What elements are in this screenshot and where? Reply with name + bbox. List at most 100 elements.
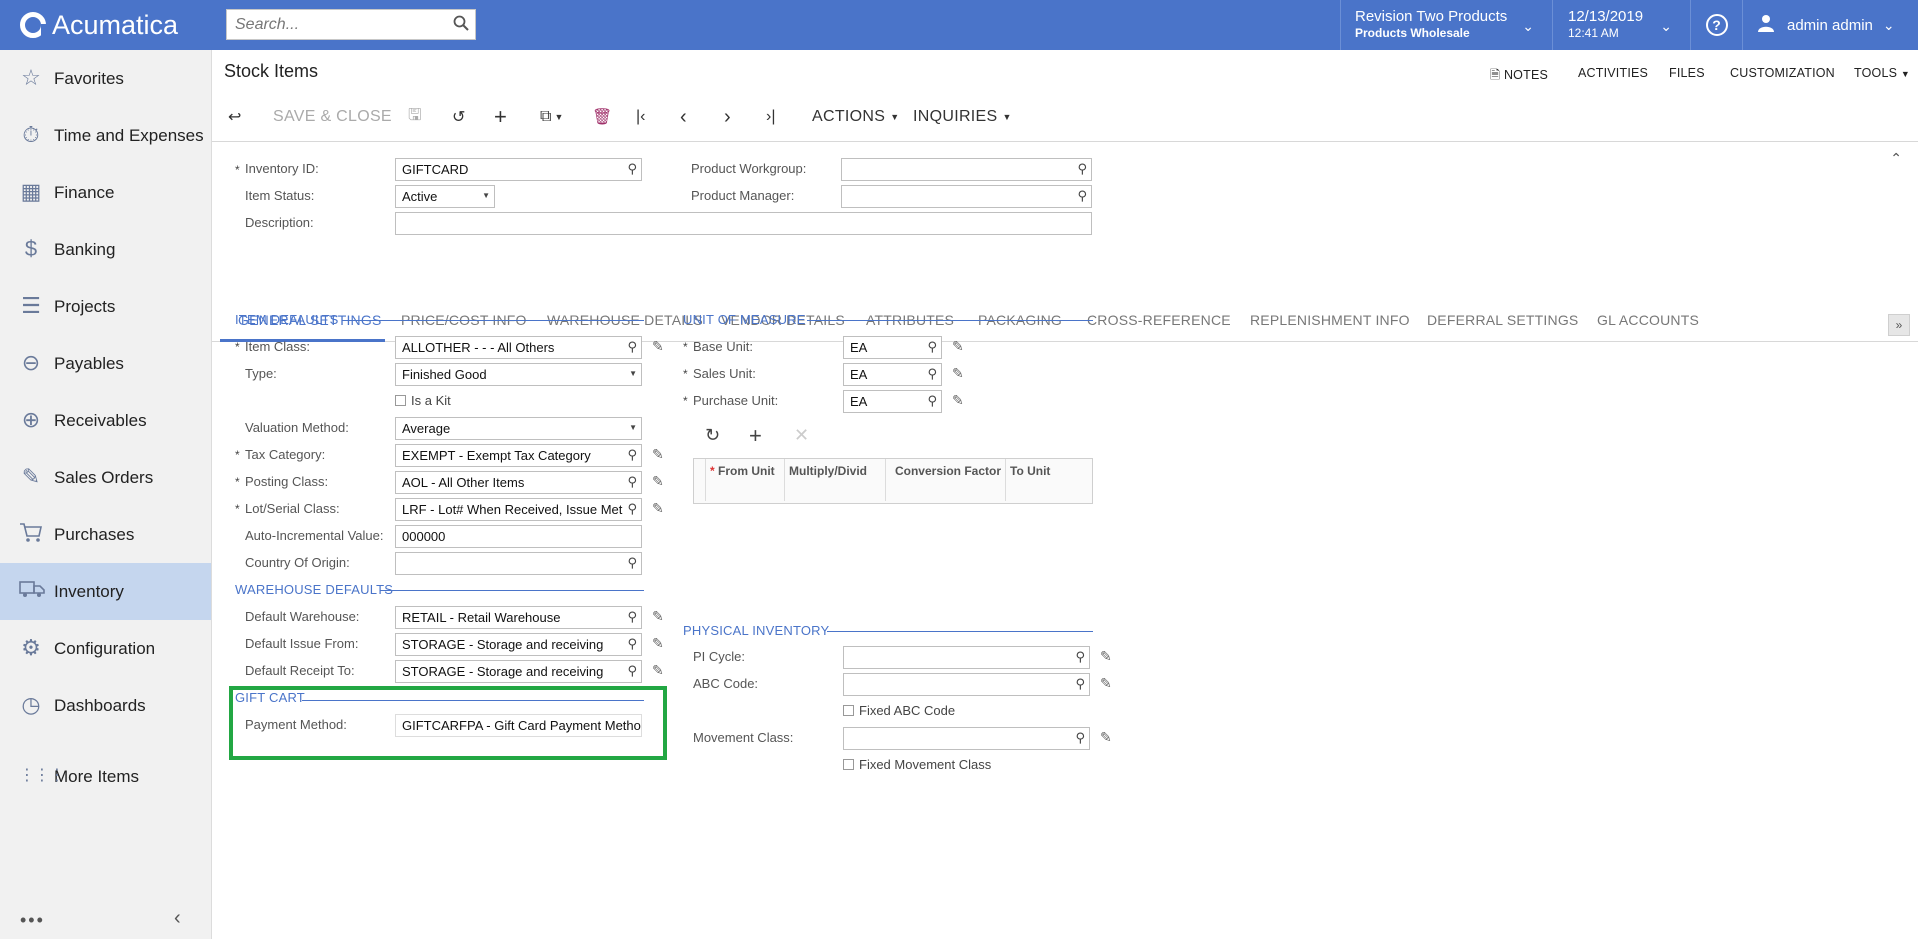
product-manager-field[interactable]: ⚲ [841,185,1092,208]
edit-pencil-icon[interactable]: ✎ [652,500,664,517]
default-warehouse-field[interactable]: RETAIL - Retail Warehouse ⚲ [395,606,642,629]
notes-button[interactable]: 🗎 NOTES [1490,66,1548,87]
search-icon[interactable]: ⚲ [627,501,637,517]
search-icon[interactable]: ⚲ [627,161,637,177]
date-selector[interactable]: 12/13/2019 12:41 AM ⌄ [1552,0,1690,50]
refresh-icon[interactable]: ↻ [705,425,720,446]
edit-pencil-icon[interactable]: ✎ [1100,675,1112,692]
posting-class-field[interactable]: AOL - All Other Items ⚲ [395,471,642,494]
valuation-method-select[interactable]: Average ▼ [395,417,642,440]
sales-unit-field[interactable]: EA ⚲ [843,363,942,386]
item-class-field[interactable]: ALLOTHER - - - All Others ⚲ [395,336,642,359]
customization-button[interactable]: CUSTOMIZATION [1730,66,1835,80]
search-icon[interactable]: ⚲ [1075,649,1085,665]
collapse-header-icon[interactable]: ⌃ [1890,150,1902,167]
last-record-button[interactable]: ›| [766,104,775,130]
edit-pencil-icon[interactable]: ✎ [652,338,664,355]
sidebar-item-inventory[interactable]: Inventory [0,563,211,620]
purchase-unit-field[interactable]: EA ⚲ [843,390,942,413]
files-button[interactable]: FILES [1669,66,1705,80]
default-issue-from-field[interactable]: STORAGE - Storage and receiving ⚲ [395,633,642,656]
grid-header-to-unit[interactable]: To Unit [1006,459,1092,501]
grid-header-conversion-factor[interactable]: Conversion Factor [886,459,1006,501]
search-input[interactable]: Search... [226,9,476,40]
edit-pencil-icon[interactable]: ✎ [952,392,964,409]
inventory-id-field[interactable]: GIFTCARD ⚲ [395,158,642,181]
edit-pencil-icon[interactable]: ✎ [952,338,964,355]
search-icon[interactable]: ⚲ [627,636,637,652]
fixed-abc-code-checkbox[interactable]: Fixed ABC Code [843,703,955,718]
next-record-button[interactable]: › [724,104,731,130]
fixed-movement-class-checkbox[interactable]: Fixed Movement Class [843,757,991,772]
tab-gl-accounts[interactable]: GL ACCOUNTS [1597,312,1699,328]
tab-cross-reference[interactable]: CROSS-REFERENCE [1087,312,1231,328]
grid-header-from-unit[interactable]: * From Unit [706,459,785,501]
collapse-sidebar-icon[interactable]: ‹ [174,907,181,930]
sidebar-item-dashboards[interactable]: ◷ Dashboards [0,677,211,734]
previous-record-button[interactable]: ‹ [680,104,687,130]
edit-pencil-icon[interactable]: ✎ [952,365,964,382]
inquiries-menu[interactable]: INQUIRIES ▼ [913,104,1011,130]
search-icon[interactable]: ⚲ [927,366,937,382]
edit-pencil-icon[interactable]: ✎ [652,662,664,679]
tools-button[interactable]: TOOLS ▼ [1854,66,1910,80]
delete-row-icon[interactable]: ✕ [794,425,809,446]
sidebar-item-finance[interactable]: ▦ Finance [0,164,211,221]
copy-paste-button[interactable]: ⧉ ▼ [540,104,563,130]
is-kit-checkbox[interactable]: Is a Kit [395,393,451,408]
tax-category-field[interactable]: EXEMPT - Exempt Tax Category ⚲ [395,444,642,467]
search-icon[interactable]: ⚲ [627,663,637,679]
search-icon[interactable]: ⚲ [1077,188,1087,204]
sidebar-item-more-items[interactable]: ⋮⋮⋮ More Items [0,748,211,805]
search-icon[interactable]: ⚲ [1077,161,1087,177]
sidebar-item-payables[interactable]: ⊖ Payables [0,335,211,392]
sidebar-item-receivables[interactable]: ⊕ Receivables [0,392,211,449]
activities-button[interactable]: ACTIVITIES [1578,66,1648,80]
acumatica-logo[interactable]: Acumatica [0,0,212,50]
default-receipt-to-field[interactable]: STORAGE - Storage and receiving ⚲ [395,660,642,683]
search-icon[interactable]: ⚲ [627,474,637,490]
search-icon[interactable]: ⚲ [1075,676,1085,692]
save-button[interactable]: 🖫 [408,104,422,130]
actions-menu[interactable]: ACTIONS ▼ [812,104,899,130]
search-icon[interactable]: ⚲ [927,339,937,355]
save-close-button[interactable]: SAVE & CLOSE [273,104,392,130]
tab-deferral-settings[interactable]: DEFERRAL SETTINGS [1427,312,1578,328]
add-row-icon[interactable]: + [749,423,762,449]
search-icon[interactable]: ⚲ [1075,730,1085,746]
item-status-select[interactable]: Active ▼ [395,185,495,208]
lot-serial-class-field[interactable]: LRF - Lot# When Received, Issue Met ⚲ [395,498,642,521]
company-selector[interactable]: Revision Two Products Products Wholesale… [1340,0,1552,50]
more-tabs-icon[interactable]: » [1888,314,1910,336]
sidebar-item-favorites[interactable]: ☆ Favorites [0,50,211,107]
sidebar-item-sales-orders[interactable]: ✎ Sales Orders [0,449,211,506]
search-icon[interactable]: ⚲ [627,339,637,355]
product-workgroup-field[interactable]: ⚲ [841,158,1092,181]
first-record-button[interactable]: |‹ [636,104,645,130]
search-icon[interactable]: ⚲ [927,393,937,409]
help-button[interactable]: ? [1690,0,1742,50]
add-button[interactable]: + [494,104,507,130]
sidebar-item-banking[interactable]: $ Banking [0,221,211,278]
description-field[interactable] [395,212,1092,235]
sidebar-item-configuration[interactable]: ⚙ Configuration [0,620,211,677]
tab-replenishment-info[interactable]: REPLENISHMENT INFO [1250,312,1410,328]
user-menu[interactable]: admin admin ⌄ [1742,0,1918,50]
base-unit-field[interactable]: EA ⚲ [843,336,942,359]
undo-button[interactable]: ↺ [452,104,465,130]
search-icon[interactable]: ⚲ [627,447,637,463]
more-dots-icon[interactable]: ••• [20,910,45,931]
edit-pencil-icon[interactable]: ✎ [652,608,664,625]
abc-code-field[interactable]: ⚲ [843,673,1090,696]
edit-pencil-icon[interactable]: ✎ [652,473,664,490]
back-button[interactable]: ↩ [228,104,241,130]
pi-cycle-field[interactable]: ⚲ [843,646,1090,669]
edit-pencil-icon[interactable]: ✎ [1100,648,1112,665]
sidebar-item-projects[interactable]: ☰ Projects [0,278,211,335]
edit-pencil-icon[interactable]: ✎ [652,446,664,463]
grid-header-multiply-divide[interactable]: Multiply/Divid [785,459,886,501]
sidebar-item-purchases[interactable]: Purchases [0,506,211,563]
search-icon[interactable]: ⚲ [627,609,637,625]
type-select[interactable]: Finished Good ▼ [395,363,642,386]
auto-incremental-field[interactable]: 000000 [395,525,642,548]
